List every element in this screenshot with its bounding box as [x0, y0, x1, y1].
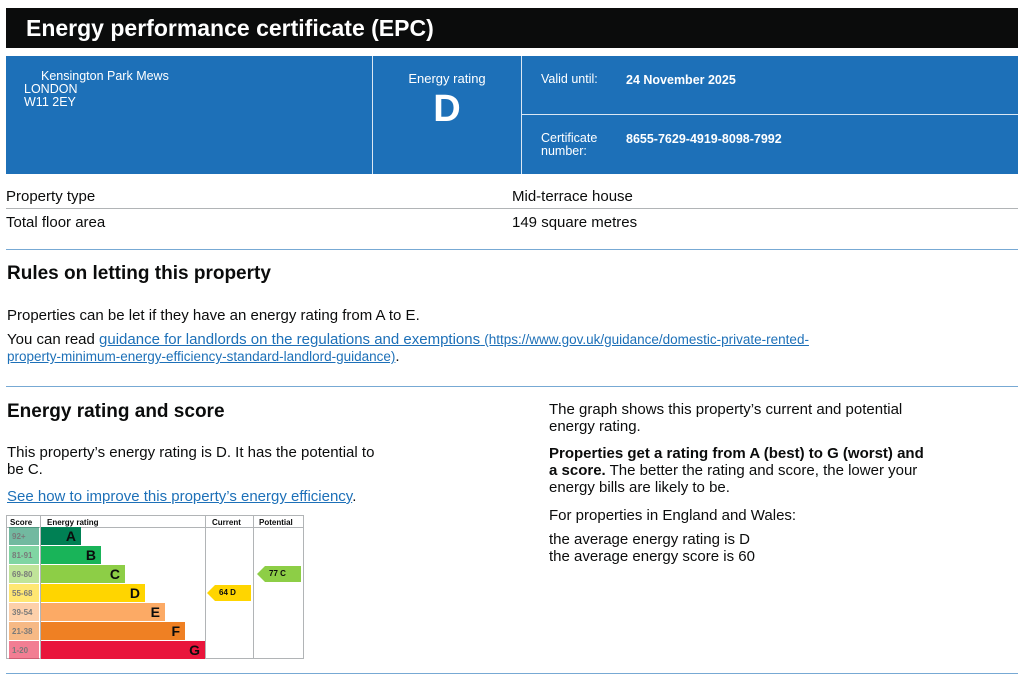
graph-description: The graph shows this property’s current … — [549, 401, 902, 435]
band-bar-f: F — [41, 622, 185, 640]
rating-explanation-text: energy bills are likely to be. — [549, 479, 730, 496]
band-score-f: 21-38 — [9, 622, 39, 640]
band-bar-c: C — [41, 565, 125, 583]
chart-header-rating: Energy rating — [47, 518, 99, 527]
rules-guidance-text: You can read guidance for landlords on t… — [7, 331, 1017, 365]
average-score: the average energy score is 60 — [549, 548, 755, 565]
band-score-c: 69-80 — [9, 565, 39, 583]
energy-rating-chart: Score Energy rating Current Potential 92… — [6, 515, 304, 659]
averages: the average energy rating is Dthe averag… — [549, 531, 755, 565]
improve-efficiency-link[interactable]: See how to improve this property’s energ… — [7, 488, 352, 505]
graph-description-line: energy rating. — [549, 418, 641, 435]
chart-header-score: Score — [10, 518, 33, 527]
band-bar-e: E — [41, 603, 165, 621]
energy-rating-label: Energy rating — [408, 71, 486, 86]
chart-divider — [205, 516, 206, 658]
certificate-number-block: Certificate number: 8655-7629-4919-8098-… — [522, 115, 1018, 174]
certificate-number-value: 8655-7629-4919-8098-7992 — [626, 132, 782, 146]
landlord-guidance-link[interactable]: guidance for landlords on the regulation… — [7, 331, 809, 365]
rating-explanation-bold: a score. — [549, 462, 606, 479]
band-bar-a: A — [41, 527, 81, 545]
energy-rating-block: Energy rating D — [373, 56, 522, 174]
england-wales-text: For properties in England and Wales: — [549, 507, 797, 524]
page-title: Energy performance certificate (EPC) — [6, 8, 1018, 48]
band-bar-b: B — [41, 546, 101, 564]
improve-paragraph: See how to improve this property’s energ… — [7, 488, 356, 505]
rating-explanation: Properties get a rating from A (best) to… — [549, 445, 924, 496]
property-type-row: Property type Mid-terrace house — [6, 183, 1018, 209]
energy-rating-letter: D — [433, 88, 461, 130]
guidance-link-text: guidance for landlords on the regulation… — [99, 331, 481, 348]
guidance-link-url: (https://www.gov.uk/guidance/domestic-pr… — [484, 332, 809, 347]
band-score-e: 39-54 — [9, 603, 39, 621]
chart-divider — [253, 516, 254, 658]
section-divider — [6, 249, 1018, 250]
rating-explanation-bold: Properties get a rating from A (best) to… — [549, 445, 924, 462]
valid-until-label: Valid until: — [541, 72, 598, 86]
potential-rating-arrow-label: 77 C — [269, 569, 286, 578]
current-rating-arrow: 64 D — [207, 585, 251, 601]
band-score-g: 1-20 — [9, 641, 39, 659]
guidance-prefix: You can read — [7, 331, 100, 348]
graph-description-line: The graph shows this property’s current … — [549, 401, 903, 418]
band-bar-d: D — [41, 584, 145, 602]
address-line: LONDON — [24, 82, 78, 96]
rules-heading: Rules on letting this property — [7, 263, 271, 284]
band-score-a: 92+ — [9, 527, 39, 545]
floor-area-value: 149 square metres — [512, 214, 638, 231]
energy-rating-heading: Energy rating and score — [7, 401, 225, 422]
rules-text: Properties can be let if they have an en… — [7, 307, 420, 324]
band-bar-g: G — [41, 641, 205, 659]
certificate-summary: Kensington Park Mews LONDON W11 2EY Ener… — [6, 56, 1018, 174]
property-type-value: Mid-terrace house — [512, 188, 633, 205]
property-type-label: Property type — [6, 188, 96, 205]
chart-header-potential: Potential — [259, 518, 293, 527]
valid-until-block: Valid until: 24 November 2025 — [522, 56, 1018, 115]
chart-header-current: Current — [212, 518, 241, 527]
address-block: Kensington Park Mews LONDON W11 2EY — [6, 56, 373, 174]
energy-rating-text-line: be C. — [7, 461, 43, 478]
improve-suffix: . — [352, 488, 357, 505]
rating-explanation-text: The better the rating and score, the low… — [605, 462, 918, 479]
address-line: W11 2EY — [24, 95, 76, 109]
energy-rating-text: This property’s energy rating is D. It h… — [7, 444, 477, 478]
certificate-number-label: Certificate number: — [541, 131, 598, 158]
guidance-suffix: . — [395, 348, 400, 365]
energy-rating-text-line: This property’s energy rating is D. It h… — [7, 444, 375, 461]
valid-until-value: 24 November 2025 — [626, 73, 736, 87]
average-rating: the average energy rating is D — [549, 531, 750, 548]
current-rating-arrow-label: 64 D — [219, 588, 236, 597]
section-divider — [6, 673, 1018, 674]
guidance-link-url-cont: property-minimum-energy-efficiency-stand… — [7, 349, 396, 364]
section-divider — [6, 386, 1018, 387]
floor-area-row: Total floor area 149 square metres — [6, 209, 1018, 235]
floor-area-label: Total floor area — [6, 214, 106, 231]
band-score-b: 81-91 — [9, 546, 39, 564]
potential-rating-arrow: 77 C — [257, 566, 301, 582]
band-score-d: 55-68 — [9, 584, 39, 602]
